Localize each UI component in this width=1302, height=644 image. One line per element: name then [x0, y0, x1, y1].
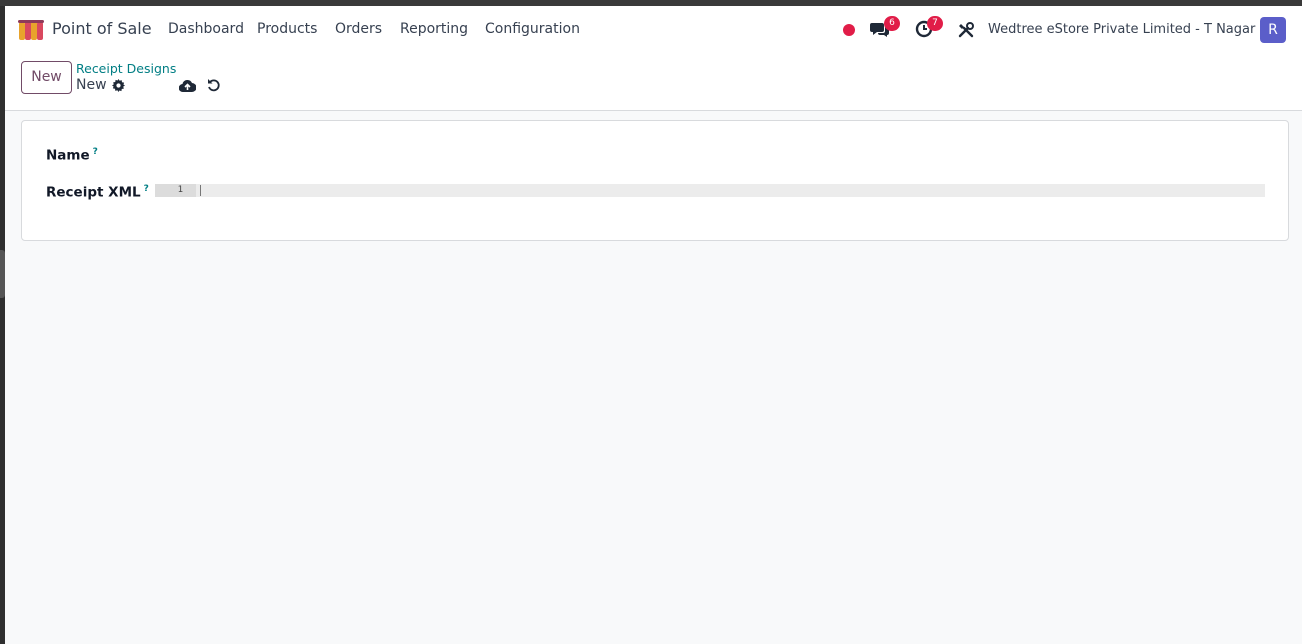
- name-label-text: Name: [46, 147, 90, 164]
- receipt-xml-field-label: Receipt XML?: [46, 184, 149, 201]
- control-panel: New Receipt Designs New: [5, 53, 1302, 111]
- main-navbar: Point of Sale Dashboard Products Orders …: [5, 6, 1302, 53]
- app-title[interactable]: Point of Sale: [52, 19, 152, 38]
- gear-icon[interactable]: [112, 79, 125, 92]
- menu-orders[interactable]: Orders: [335, 21, 382, 37]
- menu-configuration[interactable]: Configuration: [485, 21, 580, 37]
- breadcrumb-current: New: [76, 77, 107, 93]
- line-number-gutter: 1: [155, 184, 196, 197]
- status-dot-icon[interactable]: [843, 24, 855, 36]
- receipt-xml-label-text: Receipt XML: [46, 184, 141, 201]
- debug-tools-icon[interactable]: [958, 22, 974, 38]
- text-cursor: [200, 185, 201, 196]
- save-cloud-icon[interactable]: [179, 79, 196, 93]
- messages-button[interactable]: 6: [870, 16, 900, 40]
- menu-products[interactable]: Products: [257, 21, 317, 37]
- receipt-xml-code-editor[interactable]: 1: [155, 184, 1265, 197]
- app-container: Point of Sale Dashboard Products Orders …: [5, 6, 1302, 644]
- point-of-sale-logo-icon[interactable]: [18, 19, 44, 41]
- breadcrumb-receipt-designs[interactable]: Receipt Designs: [76, 61, 176, 76]
- user-avatar[interactable]: R: [1260, 17, 1286, 43]
- discard-undo-icon[interactable]: [207, 78, 221, 92]
- menu-dashboard[interactable]: Dashboard: [168, 21, 244, 37]
- new-button[interactable]: New: [21, 61, 72, 94]
- name-input[interactable]: [155, 142, 1265, 166]
- form-sheet: Name? Receipt XML? 1: [21, 120, 1289, 241]
- activities-badge: 7: [927, 16, 943, 31]
- menu-reporting[interactable]: Reporting: [400, 21, 468, 37]
- activities-button[interactable]: 7: [915, 16, 943, 40]
- name-help-tooltip[interactable]: ?: [93, 147, 98, 157]
- company-switcher[interactable]: Wedtree eStore Private Limited - T Nagar: [988, 22, 1255, 37]
- receipt-xml-help-tooltip[interactable]: ?: [144, 184, 149, 194]
- messages-badge: 6: [884, 16, 900, 31]
- name-field-label: Name?: [46, 147, 98, 164]
